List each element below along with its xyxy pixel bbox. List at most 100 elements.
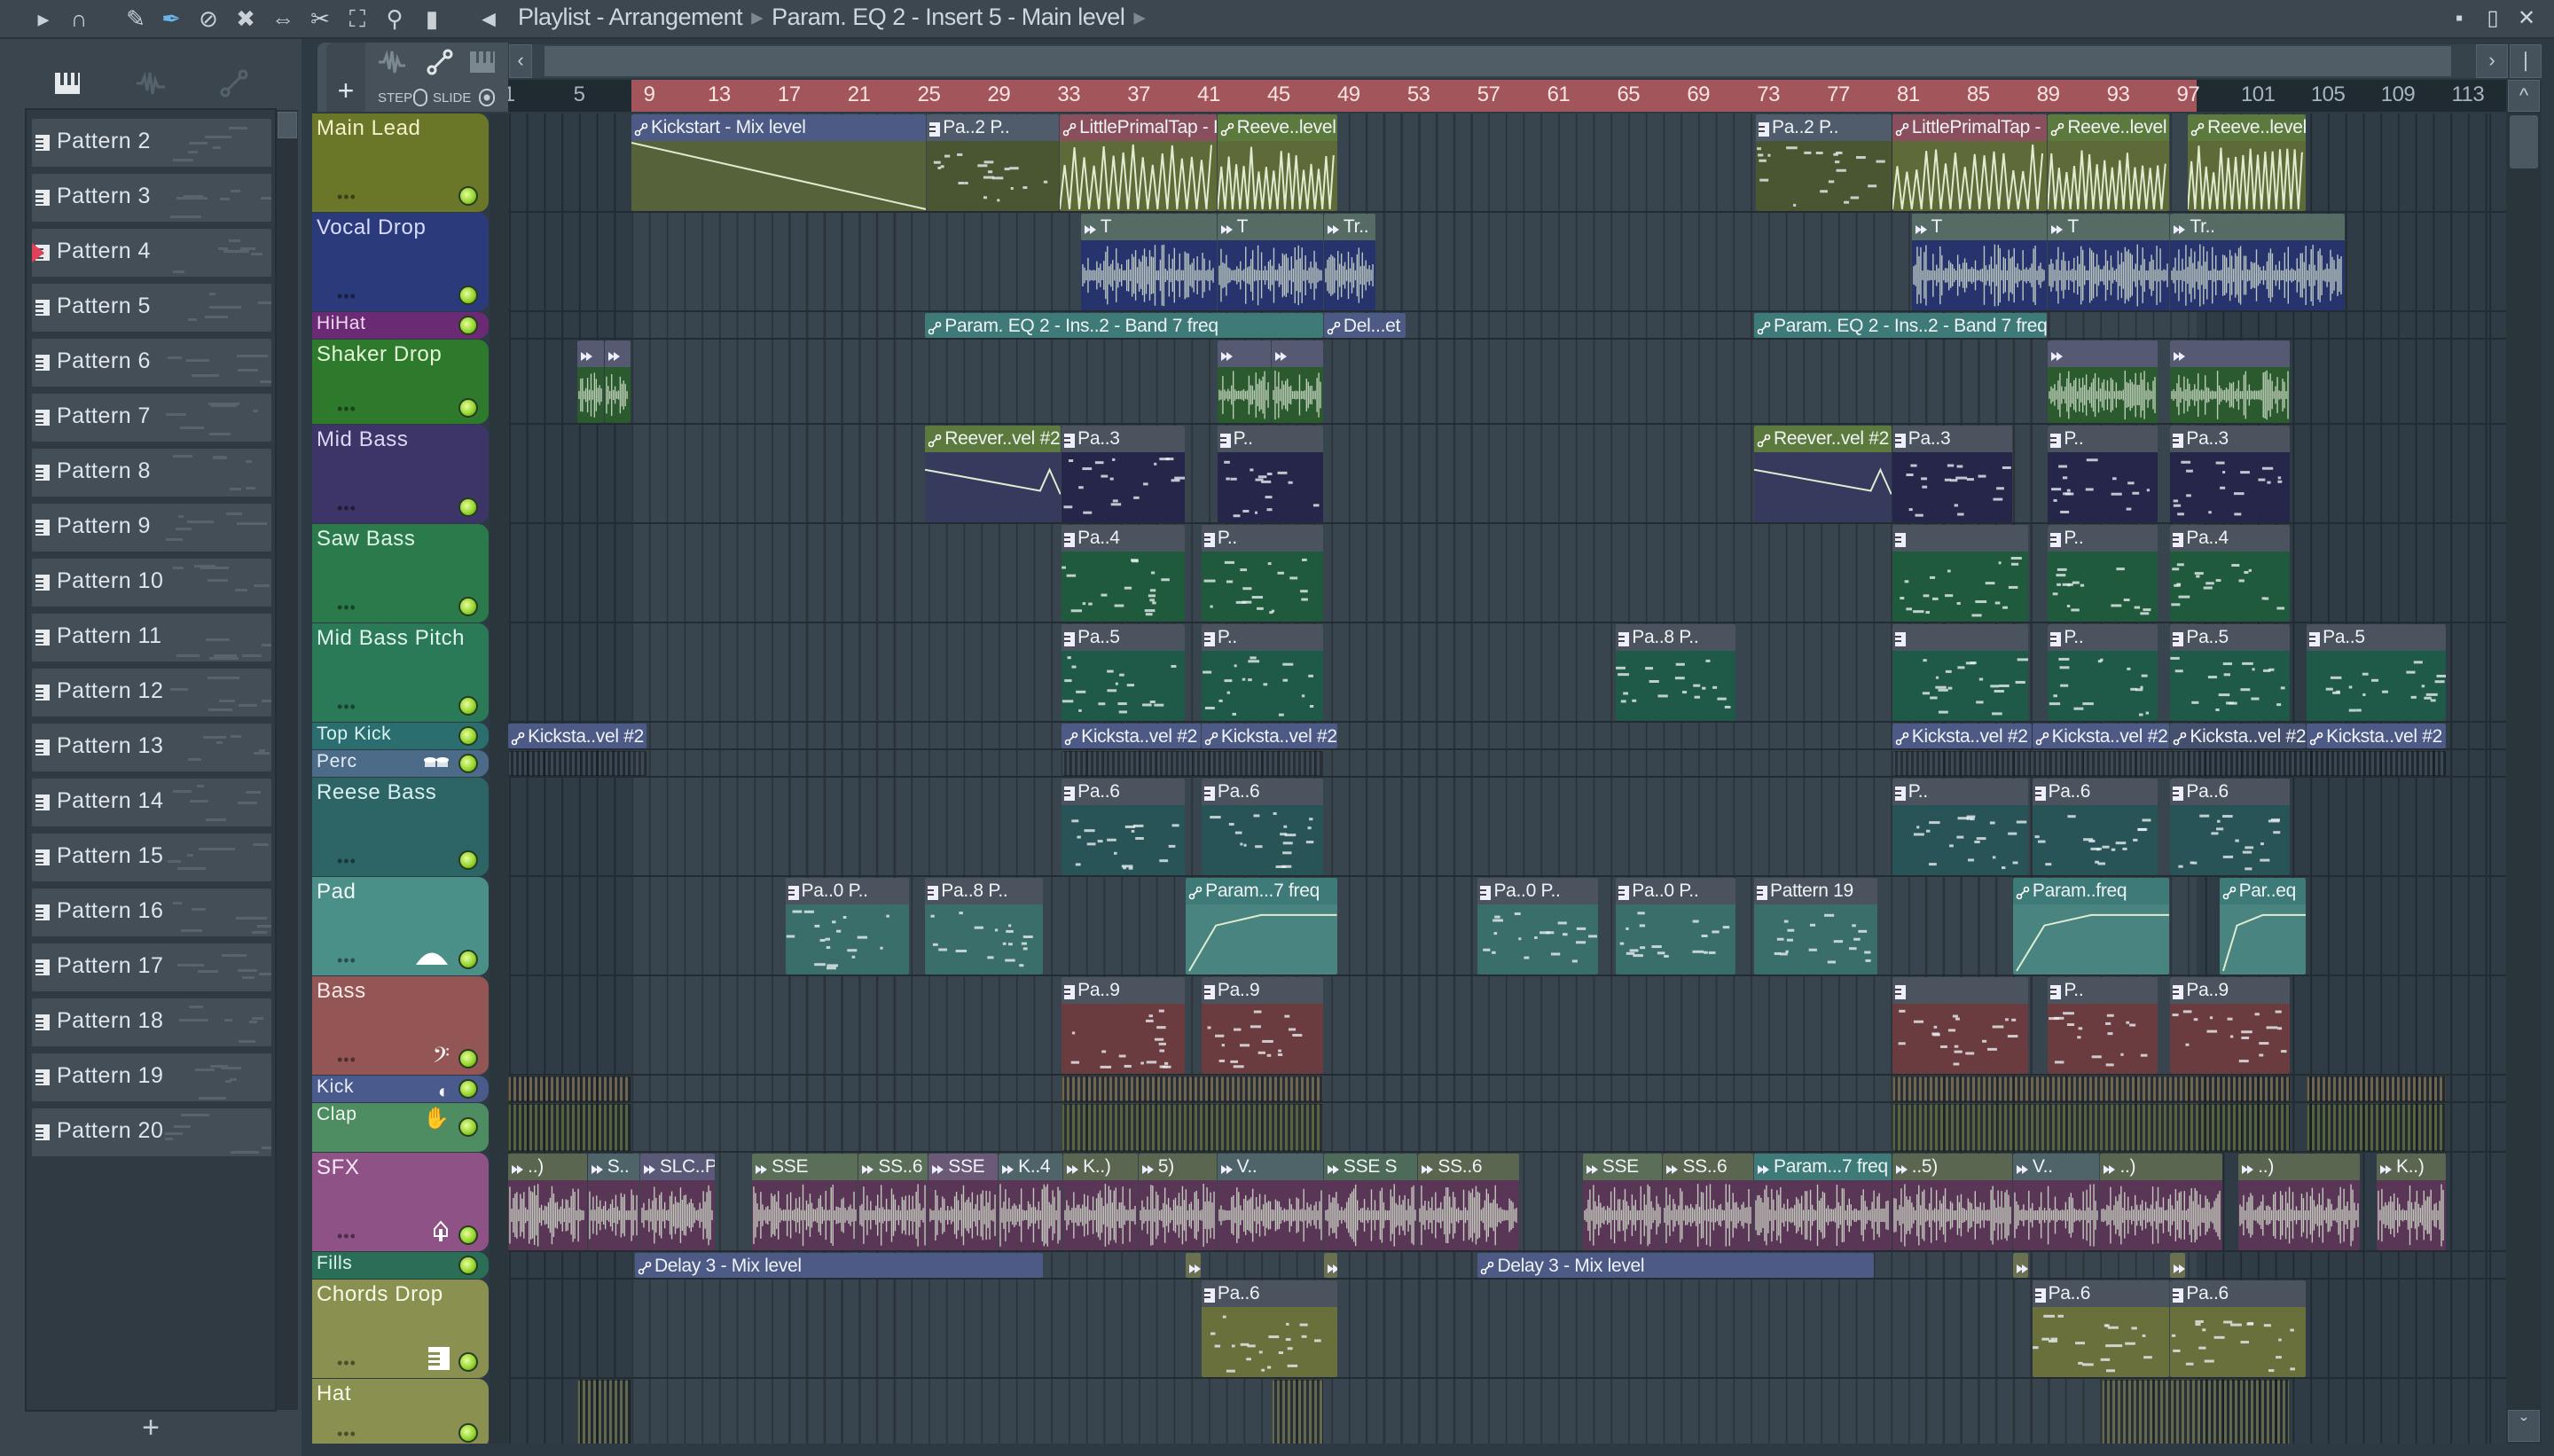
track-options-icon[interactable]: ••• [337, 400, 356, 419]
pattern-clip[interactable]: Pa..5 [2307, 624, 2446, 721]
pattern-list-scrollbar[interactable] [277, 110, 298, 1410]
clip-header[interactable]: SS..6 [1663, 1154, 1753, 1180]
pattern-item[interactable]: Pattern 19 [32, 1053, 271, 1101]
delete-icon[interactable]: ⊘ [195, 5, 222, 32]
auto-clip[interactable]: Reeve..level [2188, 114, 2307, 211]
strip-clip[interactable] [1062, 751, 1323, 776]
clip-header[interactable]: T [1911, 214, 2048, 240]
track-header[interactable]: Pad ••• [312, 877, 489, 975]
breadcrumb[interactable]: Param. EQ 2 - Insert 5 - Main level [772, 4, 1125, 30]
menu-arrow-icon[interactable]: ▸ [30, 5, 57, 32]
pattern-item[interactable]: Pattern 7 [32, 394, 271, 442]
audio-clip[interactable]: SSE S [1323, 1154, 1418, 1250]
track-enable-led[interactable] [458, 1049, 478, 1069]
track-header[interactable]: Fills [312, 1252, 489, 1279]
track-options-icon[interactable]: ••• [337, 1425, 356, 1444]
audio-clip[interactable] [576, 341, 605, 423]
track-header[interactable]: Main Lead ••• [312, 114, 489, 212]
pattern-clip[interactable]: Pa..8 P.. [1616, 624, 1736, 721]
breadcrumb-arrow-icon[interactable]: ▸ [1133, 4, 1146, 30]
clip-header[interactable]: Pa..0 P.. [785, 878, 909, 904]
track-lane[interactable] [508, 340, 2506, 425]
clip-header[interactable]: P.. [1201, 624, 1323, 651]
playlist-grid[interactable]: Kickstart - Mix level Pa..2 P.. LittlePrim… [508, 114, 2506, 1444]
pattern-item[interactable]: Pattern 10 [32, 559, 271, 607]
clip-header[interactable]: Reever..vel #2 [1754, 426, 1892, 452]
clip-header[interactable]: Pa..5 [2170, 624, 2291, 651]
auto-clip[interactable]: Kicksta..vel #2 [2170, 724, 2307, 748]
clip-header[interactable] [1892, 624, 2028, 651]
track-enable-led[interactable] [458, 1423, 478, 1443]
clip-header[interactable]: Pa..3 [2170, 426, 2291, 452]
slice-icon[interactable]: ✂ [307, 5, 333, 32]
automation-clip-icon[interactable] [216, 66, 252, 101]
track-lane[interactable] [508, 1103, 2506, 1153]
auto-clip[interactable]: Param...7 freq [1186, 878, 1337, 975]
clip-header[interactable]: Del...et [1323, 313, 1406, 338]
clip-header[interactable]: K..4 [999, 1154, 1063, 1180]
audio-clip[interactable]: SS..6 [1663, 1154, 1753, 1250]
track-options-icon[interactable]: ••• [337, 1227, 356, 1246]
clip-header[interactable]: Pa..6 [2032, 1280, 2170, 1307]
overview-viewport[interactable] [544, 46, 2451, 76]
pattern-clip-icon[interactable] [466, 46, 498, 78]
track-lane[interactable]: Pa..6 Pa..6 P.. Pa..6 Pa..6 [508, 778, 2506, 877]
pattern-item[interactable]: Pattern 14 [32, 779, 271, 826]
pattern-clip[interactable] [1892, 977, 2028, 1074]
clip-header[interactable]: Pa..8 P.. [1616, 624, 1736, 651]
clip-header[interactable] [1892, 977, 2028, 1004]
audio-clip[interactable] [2012, 1253, 2028, 1278]
clip-header[interactable] [2170, 1253, 2186, 1278]
audio-clip[interactable]: Param...7 freq [1754, 1154, 1892, 1250]
audio-clip[interactable]: T [1217, 214, 1323, 310]
track-lane[interactable] [508, 1379, 2506, 1444]
strip-clip[interactable] [2307, 1104, 2446, 1151]
clip-header[interactable]: Tr.. [2170, 214, 2345, 240]
audio-clip[interactable] [2048, 341, 2158, 423]
strip-clip[interactable] [1892, 1076, 2291, 1101]
track-header[interactable]: Clap ✋ [312, 1103, 489, 1152]
clip-header[interactable]: Tr.. [1323, 214, 1376, 240]
track-enable-led[interactable] [458, 597, 478, 616]
clip-header[interactable]: Kicksta..vel #2 [2170, 724, 2307, 748]
auto-clip[interactable]: Param. EQ 2 - Ins..2 - Band 7 freq [925, 313, 1323, 338]
select-icon[interactable]: ⛶ [344, 5, 371, 32]
auto-clip[interactable]: Reeve..level [2048, 114, 2170, 211]
clip-header[interactable]: Kicksta..vel #2 [2307, 724, 2446, 748]
auto-clip[interactable]: Kicksta..vel #2 [508, 724, 646, 748]
track-header[interactable]: SFX ••• [312, 1153, 489, 1251]
clip-header[interactable] [1271, 341, 1323, 367]
audio-clip[interactable] [1217, 341, 1271, 423]
audio-clip-icon[interactable] [376, 46, 408, 78]
pattern-clip[interactable]: P.. [1892, 779, 2028, 875]
clip-header[interactable]: ..) [2100, 1154, 2222, 1180]
clip-header[interactable]: Pa..4 [2170, 525, 2291, 552]
track-enable-led[interactable] [458, 1255, 478, 1275]
auto-clip[interactable]: Param..freq [2012, 878, 2170, 975]
clip-header[interactable]: K..) [1063, 1154, 1138, 1180]
pattern-clip[interactable]: Pa..0 P.. [1477, 878, 1598, 975]
audio-clip[interactable]: ..) [508, 1154, 587, 1250]
pattern-item[interactable]: Pattern 8 [32, 449, 271, 497]
pattern-item[interactable]: Pattern 15 [32, 834, 271, 881]
track-options-icon[interactable]: ••• [337, 1354, 356, 1373]
strip-clip[interactable] [508, 1076, 631, 1101]
scroll-down-button[interactable]: ˇ [2508, 1410, 2540, 1442]
clip-header[interactable]: SSE [1582, 1154, 1663, 1180]
clip-header[interactable]: Pa..0 P.. [1616, 878, 1736, 904]
clip-header[interactable]: LittlePrimalTap - Reverb [1892, 114, 2048, 141]
track-options-icon[interactable]: ••• [337, 287, 356, 306]
strip-clip[interactable] [1892, 1104, 2291, 1151]
audio-clip[interactable]: SS..6 [858, 1154, 928, 1250]
track-enable-led[interactable] [458, 696, 478, 716]
vertical-scrollbar[interactable]: ^ ˇ [2506, 80, 2542, 1444]
clip-header[interactable]: P.. [1217, 426, 1323, 452]
audio-clip[interactable]: SSE [1582, 1154, 1663, 1250]
clip-header[interactable]: P.. [2048, 624, 2158, 651]
track-header[interactable]: Perc [312, 750, 489, 777]
scroll-up-button[interactable]: ^ [2508, 80, 2540, 112]
clip-header[interactable]: Pa..6 [2170, 1280, 2307, 1307]
clip-header[interactable]: P.. [2048, 525, 2158, 552]
pattern-clip[interactable]: Pa..6 [1201, 1280, 1337, 1377]
track-header[interactable]: Shaker Drop ••• [312, 340, 489, 424]
